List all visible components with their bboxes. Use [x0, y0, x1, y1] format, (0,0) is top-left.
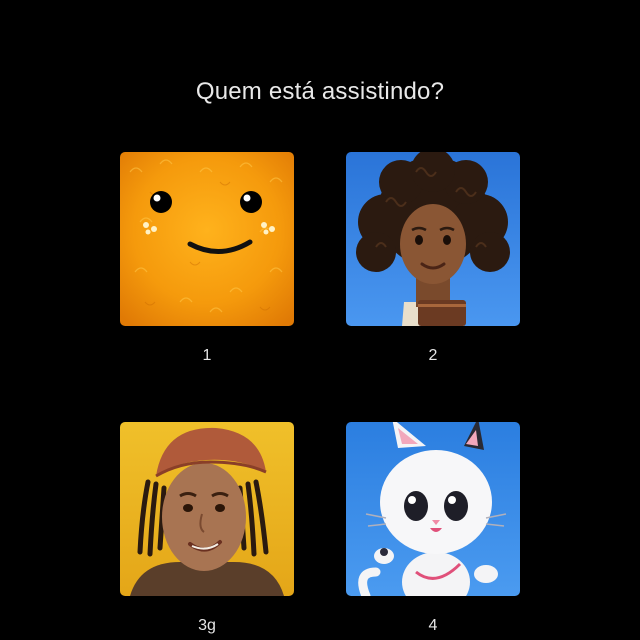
- curly-haired-girl-avatar[interactable]: [346, 152, 520, 326]
- profile-card-2[interactable]: 2: [346, 152, 520, 366]
- white-cat-avatar[interactable]: [346, 422, 520, 596]
- profile-name: 2: [428, 347, 438, 364]
- profile-card-3g[interactable]: 3g: [120, 422, 294, 636]
- profile-name: 3g: [198, 617, 216, 634]
- profile-name: 4: [428, 617, 438, 634]
- profile-card-1[interactable]: 1: [120, 152, 294, 366]
- orange-fluffy-smiley-avatar[interactable]: [120, 152, 294, 326]
- profile-card-4[interactable]: 4: [346, 422, 520, 636]
- page-title: Quem está assistindo?: [195, 78, 445, 105]
- bandana-pirate-avatar[interactable]: [120, 422, 294, 596]
- profile-name: 1: [202, 347, 212, 364]
- profile-selection-screen: Quem está assistindo? 1 2 3g 4: [0, 0, 640, 640]
